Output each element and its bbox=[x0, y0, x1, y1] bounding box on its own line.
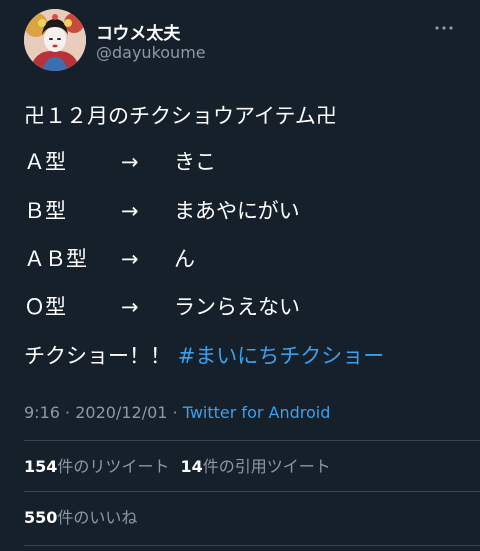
engagement-stats: 154件のリツイート 14件の引用ツイート bbox=[24, 455, 331, 479]
arrow-icon: → bbox=[121, 199, 139, 223]
likes-count: 550 bbox=[24, 508, 58, 527]
display-name[interactable]: コウメ太夫 bbox=[96, 19, 180, 44]
arrow-icon: → bbox=[121, 247, 139, 271]
retweets-count: 154 bbox=[24, 457, 58, 476]
closing-text: チクショー！！ bbox=[24, 344, 171, 368]
blood-type-label: ＡＢ型 bbox=[24, 247, 87, 271]
likes-stats: 550件のいいね bbox=[24, 506, 137, 530]
hashtag-link[interactable]: #まいにちチクショー bbox=[178, 344, 385, 368]
quote-tweets-stat[interactable]: 14件の引用ツイート bbox=[181, 457, 331, 476]
tweet-time[interactable]: 9:16 bbox=[24, 403, 60, 422]
divider bbox=[24, 545, 480, 546]
retweets-stat[interactable]: 154件のリツイート bbox=[24, 457, 169, 476]
tweet-date[interactable]: 2020/12/01 bbox=[75, 403, 167, 422]
quotes-label: 件の引用ツイート bbox=[202, 457, 331, 476]
retweets-label: 件のリツイート bbox=[57, 457, 170, 476]
quotes-count: 14 bbox=[180, 457, 203, 476]
blood-type-label: Ｂ型 bbox=[24, 199, 66, 223]
blood-type-label: Ａ型 bbox=[24, 150, 66, 174]
meta-separator: · bbox=[172, 403, 178, 422]
more-options-button[interactable] bbox=[429, 18, 459, 38]
blood-type-result: ん bbox=[174, 247, 195, 271]
avatar[interactable] bbox=[24, 9, 86, 71]
meta-separator: · bbox=[65, 403, 71, 422]
more-options-icon bbox=[435, 26, 453, 30]
blood-type-result: ランらえない bbox=[174, 295, 300, 319]
tweet-title-line: 卍１２月のチクショウアイテム卍 bbox=[24, 104, 337, 128]
tweet-meta: 9:16 · 2020/12/01 · Twitter for Android bbox=[24, 401, 330, 425]
divider bbox=[24, 440, 480, 441]
geisha-portrait-avatar-icon bbox=[24, 9, 86, 71]
arrow-icon: → bbox=[121, 295, 139, 319]
blood-type-result: まあやにがい bbox=[174, 199, 300, 223]
blood-type-label: Ｏ型 bbox=[24, 295, 66, 319]
user-handle[interactable]: @dayukoume bbox=[96, 43, 206, 62]
tweet-card: コウメ太夫 @dayukoume 卍１２月のチクショウアイテム卍 Ａ型 → きこ… bbox=[0, 0, 480, 551]
tweet-source-link[interactable]: Twitter for Android bbox=[183, 403, 331, 422]
arrow-icon: → bbox=[121, 150, 139, 174]
likes-stat[interactable]: 550件のいいね bbox=[24, 508, 137, 527]
divider bbox=[24, 491, 480, 492]
blood-type-result: きこ bbox=[174, 150, 216, 174]
tweet-header: コウメ太夫 @dayukoume bbox=[24, 8, 464, 72]
tweet-closing-line: チクショー！！ #まいにちチクショー bbox=[24, 342, 384, 370]
likes-label: 件のいいね bbox=[57, 508, 138, 527]
